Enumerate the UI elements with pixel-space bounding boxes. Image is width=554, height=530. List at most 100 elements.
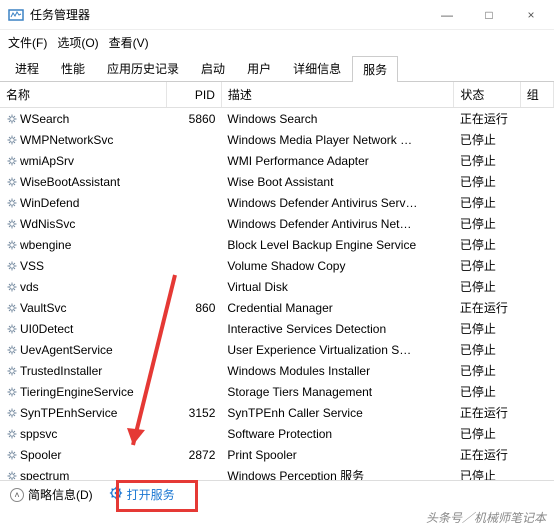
table-row[interactable]: WMPNetworkSvcWindows Media Player Networ… (0, 129, 554, 150)
service-gear-icon (6, 449, 18, 461)
service-gear-icon (6, 470, 18, 481)
menu-options[interactable]: 选项(O) (57, 34, 98, 51)
service-status: 已停止 (454, 213, 520, 234)
open-services-label: 打开服务 (127, 486, 175, 503)
service-gear-icon (6, 260, 18, 272)
tab-3[interactable]: 启动 (190, 55, 236, 81)
table-row[interactable]: UevAgentService User Experience Virtualiz… (0, 339, 554, 360)
service-group (520, 318, 553, 339)
minimize-button[interactable]: — (432, 8, 462, 22)
service-desc: Windows Modules Installer (221, 360, 453, 381)
service-status: 已停止 (454, 360, 520, 381)
table-row[interactable]: Spooler 2872Print Spooler正在运行 (0, 444, 554, 465)
service-group (520, 381, 553, 402)
service-gear-icon (6, 155, 18, 167)
service-pid (166, 465, 221, 480)
table-row[interactable]: VSSVolume Shadow Copy已停止 (0, 255, 554, 276)
table-row[interactable]: SynTPEnhService3152SynTPEnh Caller Servi… (0, 402, 554, 423)
tab-1[interactable]: 性能 (50, 55, 96, 81)
menu-file[interactable]: 文件(F) (8, 34, 47, 51)
watermark-text: 头条号／机械师笔记本 (426, 509, 546, 526)
tab-5[interactable]: 详细信息 (282, 55, 352, 81)
service-name: spectrum (20, 469, 69, 481)
service-group (520, 108, 553, 130)
service-group (520, 192, 553, 213)
service-name: TrustedInstaller (20, 364, 102, 378)
service-desc: Credential Manager (221, 297, 453, 318)
service-gear-icon (6, 239, 18, 251)
table-row[interactable]: WinDefendWindows Defender Antivirus Serv… (0, 192, 554, 213)
service-name: VaultSvc (20, 301, 66, 315)
tab-0[interactable]: 进程 (4, 55, 50, 81)
service-status: 正在运行 (454, 444, 520, 465)
service-desc: User Experience Virtualization S… (221, 339, 453, 360)
table-row[interactable]: sppsvcSoftware Protection已停止 (0, 423, 554, 444)
service-pid: 860 (166, 297, 221, 318)
fewer-details-link[interactable]: ˄ 简略信息(D) (10, 486, 93, 503)
table-row[interactable]: UI0DetectInteractive Services Detection已… (0, 318, 554, 339)
service-name: VSS (20, 259, 44, 273)
services-table: 名称 PID 描述 状态 组 WSearch5860Windows Search… (0, 82, 554, 480)
service-group (520, 150, 553, 171)
service-desc: Print Spooler (221, 444, 453, 465)
service-name: WSearch (20, 112, 69, 126)
menu-view[interactable]: 查看(V) (109, 34, 149, 51)
service-group (520, 297, 553, 318)
tab-4[interactable]: 用户 (236, 55, 282, 81)
service-gear-icon (6, 134, 18, 146)
services-table-wrap[interactable]: 名称 PID 描述 状态 组 WSearch5860Windows Search… (0, 82, 554, 480)
service-status: 已停止 (454, 276, 520, 297)
table-row[interactable]: WiseBootAssistantWise Boot Assistant已停止 (0, 171, 554, 192)
column-status[interactable]: 状态 (454, 82, 520, 108)
service-status: 已停止 (454, 465, 520, 480)
service-desc: Block Level Backup Engine Service (221, 234, 453, 255)
service-gear-icon (6, 365, 18, 377)
table-row[interactable]: WSearch5860Windows Search正在运行 (0, 108, 554, 130)
service-group (520, 339, 553, 360)
column-group[interactable]: 组 (520, 82, 553, 108)
service-pid (166, 213, 221, 234)
table-row[interactable]: wbengine Block Level Backup Engine Servic… (0, 234, 554, 255)
service-gear-icon (6, 176, 18, 188)
table-row[interactable]: VaultSvc860Credential Manager正在运行 (0, 297, 554, 318)
column-pid[interactable]: PID (166, 82, 221, 108)
chevron-up-icon: ˄ (10, 488, 24, 502)
service-group (520, 276, 553, 297)
service-name: WinDefend (20, 196, 79, 210)
service-status: 已停止 (454, 234, 520, 255)
tab-2[interactable]: 应用历史记录 (96, 55, 190, 81)
service-gear-icon (6, 197, 18, 209)
open-services-link[interactable]: 打开服务 (109, 486, 175, 503)
table-row[interactable]: wmiApSrv WMI Performance Adapter已停止 (0, 150, 554, 171)
service-status: 正在运行 (454, 108, 520, 130)
table-row[interactable]: TieringEngineServiceStorage Tiers Manage… (0, 381, 554, 402)
service-status: 已停止 (454, 150, 520, 171)
service-pid (166, 339, 221, 360)
service-group (520, 234, 553, 255)
service-name: wmiApSrv (20, 154, 74, 168)
column-desc[interactable]: 描述 (221, 82, 453, 108)
service-name: Spooler (20, 448, 61, 462)
close-button[interactable]: × (516, 8, 546, 22)
table-row[interactable]: vdsVirtual Disk已停止 (0, 276, 554, 297)
table-row[interactable]: spectrumWindows Perception 服务已停止 (0, 465, 554, 480)
service-pid (166, 192, 221, 213)
service-pid: 5860 (166, 108, 221, 130)
tab-strip: 进程性能应用历史记录启动用户详细信息服务 (0, 54, 554, 82)
service-name: SynTPEnhService (20, 406, 117, 420)
tab-6[interactable]: 服务 (352, 56, 398, 82)
maximize-button[interactable]: □ (474, 8, 504, 22)
column-name[interactable]: 名称 (0, 82, 166, 108)
service-group (520, 444, 553, 465)
service-gear-icon (6, 344, 18, 356)
service-gear-icon (6, 386, 18, 398)
table-row[interactable]: TrustedInstaller Windows Modules Installe… (0, 360, 554, 381)
service-status: 已停止 (454, 339, 520, 360)
service-pid (166, 234, 221, 255)
service-name: wbengine (20, 238, 71, 252)
table-row[interactable]: WdNisSvcWindows Defender Antivirus Net…已… (0, 213, 554, 234)
service-name: UevAgentService (20, 343, 113, 357)
service-desc: WMI Performance Adapter (221, 150, 453, 171)
service-pid: 2872 (166, 444, 221, 465)
service-gear-icon (6, 323, 18, 335)
